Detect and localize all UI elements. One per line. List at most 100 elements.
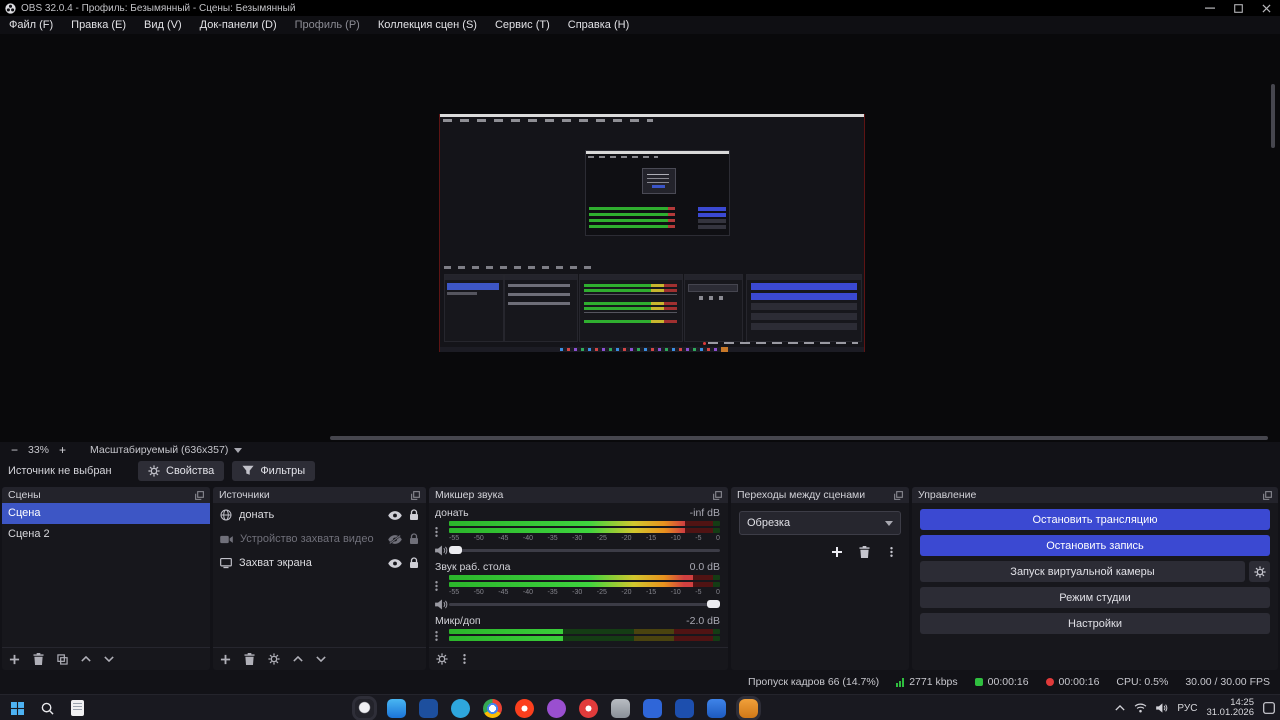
channel-menu-dots-icon[interactable] — [435, 629, 449, 643]
scene-item[interactable]: Сцена — [2, 503, 210, 524]
source-properties-button[interactable] — [268, 653, 280, 665]
zoom-in-button[interactable]: + — [56, 444, 69, 457]
zoom-out-button[interactable]: − — [8, 444, 21, 457]
channel-menu-dots-icon[interactable] — [435, 521, 449, 542]
dock-popout-icon[interactable] — [411, 491, 420, 500]
stop-streaming-button[interactable]: Остановить трансляцию — [920, 509, 1270, 530]
move-scene-up-button[interactable] — [81, 656, 91, 662]
transition-select[interactable]: Обрезка — [739, 511, 901, 535]
dock-popout-icon[interactable] — [195, 491, 204, 500]
taskbar-app-gray[interactable] — [608, 696, 632, 720]
menu-file[interactable]: Файл (F) — [0, 16, 62, 34]
taskbar-app-purple[interactable] — [544, 696, 568, 720]
add-transition-button[interactable] — [827, 542, 847, 562]
language-indicator[interactable]: РУС — [1177, 703, 1197, 714]
taskbar-app-mail[interactable] — [416, 696, 440, 720]
taskbar-app-blue-2[interactable] — [672, 696, 696, 720]
remove-transition-button[interactable] — [854, 542, 874, 562]
source-item[interactable]: Устройство захвата видео — [213, 527, 426, 551]
source-item[interactable]: Захват экрана — [213, 551, 426, 575]
remove-source-button[interactable] — [244, 653, 255, 665]
properties-button[interactable]: Свойства — [138, 461, 224, 481]
start-button[interactable] — [4, 696, 31, 720]
menu-docks[interactable]: Док-панели (D) — [191, 16, 286, 34]
filters-button[interactable]: Фильтры — [232, 461, 315, 481]
capture-statusbar — [440, 341, 864, 346]
notification-center-icon[interactable] — [1263, 702, 1275, 714]
transition-menu-dots-icon[interactable] — [881, 542, 901, 562]
taskbar-app-telegram[interactable] — [448, 696, 472, 720]
visibility-eye-off-icon[interactable] — [388, 535, 402, 544]
volume-speaker-icon[interactable] — [1156, 703, 1168, 713]
visibility-eye-icon[interactable] — [388, 559, 402, 568]
vertical-scrollbar[interactable] — [1271, 84, 1275, 148]
sources-dock-header[interactable]: Источники — [213, 487, 426, 503]
minimize-button[interactable] — [1196, 0, 1224, 16]
taskbar-app-yandex[interactable] — [512, 696, 536, 720]
mixer-menu-dots-icon[interactable] — [463, 653, 466, 665]
lock-icon[interactable] — [409, 533, 419, 545]
menu-help[interactable]: Справка (H) — [559, 16, 638, 34]
close-button[interactable] — [1252, 0, 1280, 16]
tray-chevron-up-icon[interactable] — [1115, 705, 1125, 711]
settings-button[interactable]: Настройки — [920, 613, 1270, 634]
taskbar-app-file-explorer[interactable] — [384, 696, 408, 720]
menu-scene-collection[interactable]: Коллекция сцен (S) — [369, 16, 486, 34]
move-scene-down-button[interactable] — [104, 656, 114, 662]
scene-item[interactable]: Сцена 2 — [2, 524, 210, 545]
volume-slider[interactable] — [449, 549, 720, 552]
add-scene-button[interactable] — [9, 654, 20, 665]
maximize-button[interactable] — [1224, 0, 1252, 16]
duplicate-scene-button[interactable] — [57, 654, 68, 665]
zoom-controls: − 33% + Масштабируемый (636x357) — [0, 442, 1280, 458]
controls-dock-header[interactable]: Управление — [912, 487, 1278, 503]
stop-recording-button[interactable]: Остановить запись — [920, 535, 1270, 556]
add-source-button[interactable] — [220, 654, 231, 665]
pinned-document-app[interactable] — [64, 696, 91, 720]
menu-tools[interactable]: Сервис (T) — [486, 16, 559, 34]
source-item[interactable]: донать — [213, 503, 426, 527]
menu-edit[interactable]: Правка (E) — [62, 16, 135, 34]
taskbar-app-obs-studio[interactable] — [352, 696, 376, 720]
clock[interactable]: 14:25 31.01.2026 — [1206, 698, 1254, 718]
transitions-dock-header[interactable]: Переходы между сценами — [731, 487, 909, 503]
taskbar-app-red[interactable] — [576, 696, 600, 720]
dock-popout-icon[interactable] — [713, 491, 722, 500]
volume-slider[interactable] — [449, 603, 720, 606]
dock-popout-icon[interactable] — [1263, 491, 1272, 500]
advanced-audio-gear-icon[interactable] — [436, 653, 448, 665]
meter-tick: -25 — [597, 535, 607, 542]
lock-icon[interactable] — [409, 557, 419, 569]
telegram-icon — [451, 699, 470, 718]
volume-slider-knob[interactable] — [449, 546, 462, 554]
scale-mode-dropdown[interactable]: Масштабируемый (636x357) — [90, 444, 242, 456]
move-source-down-button[interactable] — [316, 656, 326, 662]
studio-mode-button[interactable]: Режим студии — [920, 587, 1270, 608]
taskbar-app-active-orange[interactable] — [736, 696, 760, 720]
scenes-dock-header[interactable]: Сцены — [2, 487, 210, 503]
capture-titlebar — [440, 114, 864, 117]
mute-speaker-icon[interactable] — [435, 545, 449, 556]
preview-canvas[interactable] — [0, 34, 1280, 442]
taskbar-app-chrome[interactable] — [480, 696, 504, 720]
visibility-eye-icon[interactable] — [388, 511, 402, 520]
mute-speaker-icon[interactable] — [435, 599, 449, 610]
start-virtual-camera-button[interactable]: Запуск виртуальной камеры — [920, 561, 1245, 582]
virtual-camera-settings-button[interactable] — [1249, 561, 1270, 582]
menu-view[interactable]: Вид (V) — [135, 16, 191, 34]
volume-slider-knob[interactable] — [707, 600, 720, 608]
taskbar-app-blue-3[interactable] — [704, 696, 728, 720]
remove-scene-button[interactable] — [33, 653, 44, 665]
channel-menu-dots-icon[interactable] — [435, 575, 449, 596]
screen-capture-source[interactable] — [439, 114, 865, 352]
taskbar-app-blue-1[interactable] — [640, 696, 664, 720]
dock-popout-icon[interactable] — [894, 491, 903, 500]
horizontal-scrollbar[interactable] — [330, 436, 1268, 440]
network-wifi-icon[interactable] — [1134, 703, 1147, 713]
search-button[interactable] — [34, 696, 61, 720]
mixer-dock-header[interactable]: Микшер звука — [429, 487, 728, 503]
cpu-label: CPU: 0.5% — [1116, 676, 1168, 688]
lock-icon[interactable] — [409, 509, 419, 521]
move-source-up-button[interactable] — [293, 656, 303, 662]
menu-profile[interactable]: Профиль (P) — [286, 16, 369, 34]
